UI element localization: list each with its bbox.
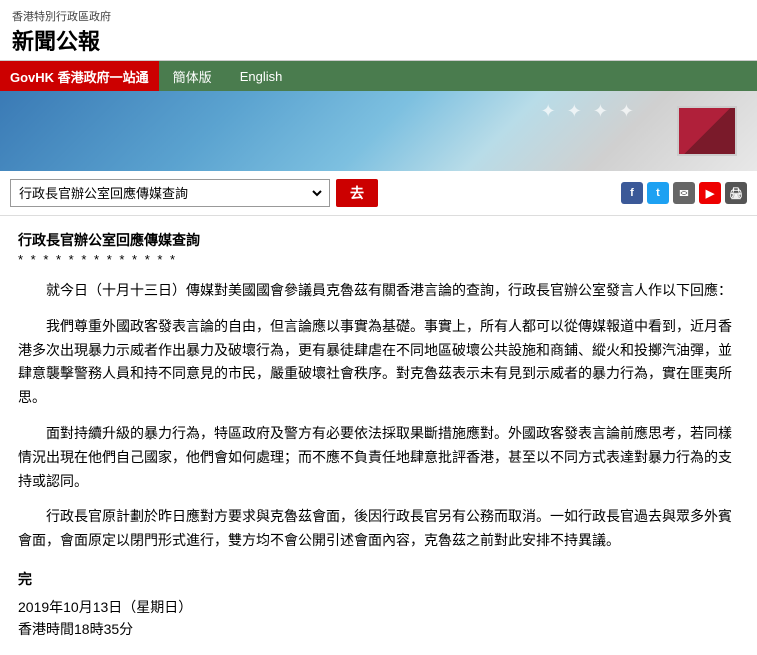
department-dropdown[interactable]: 行政長官辦公室回應傳媒查詢 (15, 185, 325, 202)
article-time: 香港時間18時35分 (18, 619, 739, 639)
twitter-icon[interactable]: t (647, 182, 669, 204)
social-icons-group: f t ✉ ▶ 🖨 (621, 182, 747, 204)
logo-graphic (677, 106, 737, 156)
banner-logo (667, 101, 747, 161)
facebook-icon[interactable]: f (621, 182, 643, 204)
youtube-icon[interactable]: ▶ (699, 182, 721, 204)
print-icon[interactable]: 🖨 (725, 182, 747, 204)
mail-icon[interactable]: ✉ (673, 182, 695, 204)
go-button[interactable]: 去 (336, 179, 378, 207)
paragraph-3: 面對持續升級的暴力行為，特區政府及警方有必要依法採取果斷措施應對。外國政客發表言… (18, 422, 739, 493)
nav-bar: GovHK 香港政府一站通 簡体版 English (0, 61, 757, 91)
article-date: 2019年10月13日（星期日） (18, 597, 739, 617)
paragraph-4: 行政長官原計劃於昨日應對方要求與克魯茲會面，後因行政長官另有公務而取消。一如行政… (18, 505, 739, 553)
paragraph-2: 我們尊重外國政客發表言論的自由，但言論應以事實為基礎。事實上，所有人都可以從傳媒… (18, 315, 739, 410)
simplified-link[interactable]: 簡体版 (159, 67, 226, 86)
gov-label: 香港特別行政區政府 (12, 8, 745, 24)
page-title: 新聞公報 (12, 24, 745, 56)
article-title: 行政長官辦公室回應傳媒查詢 (18, 230, 739, 250)
banner-stars: ✦ ✦ ✦ ✦ (541, 101, 637, 122)
department-dropdown-wrap[interactable]: 行政長官辦公室回應傳媒查詢 (10, 179, 330, 207)
stars-divider: * * * * * * * * * * * * * (18, 252, 739, 267)
article-content: 行政長官辦公室回應傳媒查詢 * * * * * * * * * * * * * … (0, 216, 757, 655)
toolbar: 行政長官辦公室回應傳媒查詢 去 f t ✉ ▶ 🖨 (0, 171, 757, 216)
english-link[interactable]: English (226, 69, 297, 84)
banner: ✦ ✦ ✦ ✦ (0, 91, 757, 171)
paragraph-1: 就今日（十月十三日）傳媒對美國國會參議員克魯茲有關香港言論的查詢，行政長官辦公室… (18, 279, 739, 303)
govhk-link[interactable]: GovHK 香港政府一站通 (0, 61, 159, 91)
page-header: 香港特別行政區政府 新聞公報 (0, 0, 757, 61)
article-end: 完 (18, 569, 739, 589)
